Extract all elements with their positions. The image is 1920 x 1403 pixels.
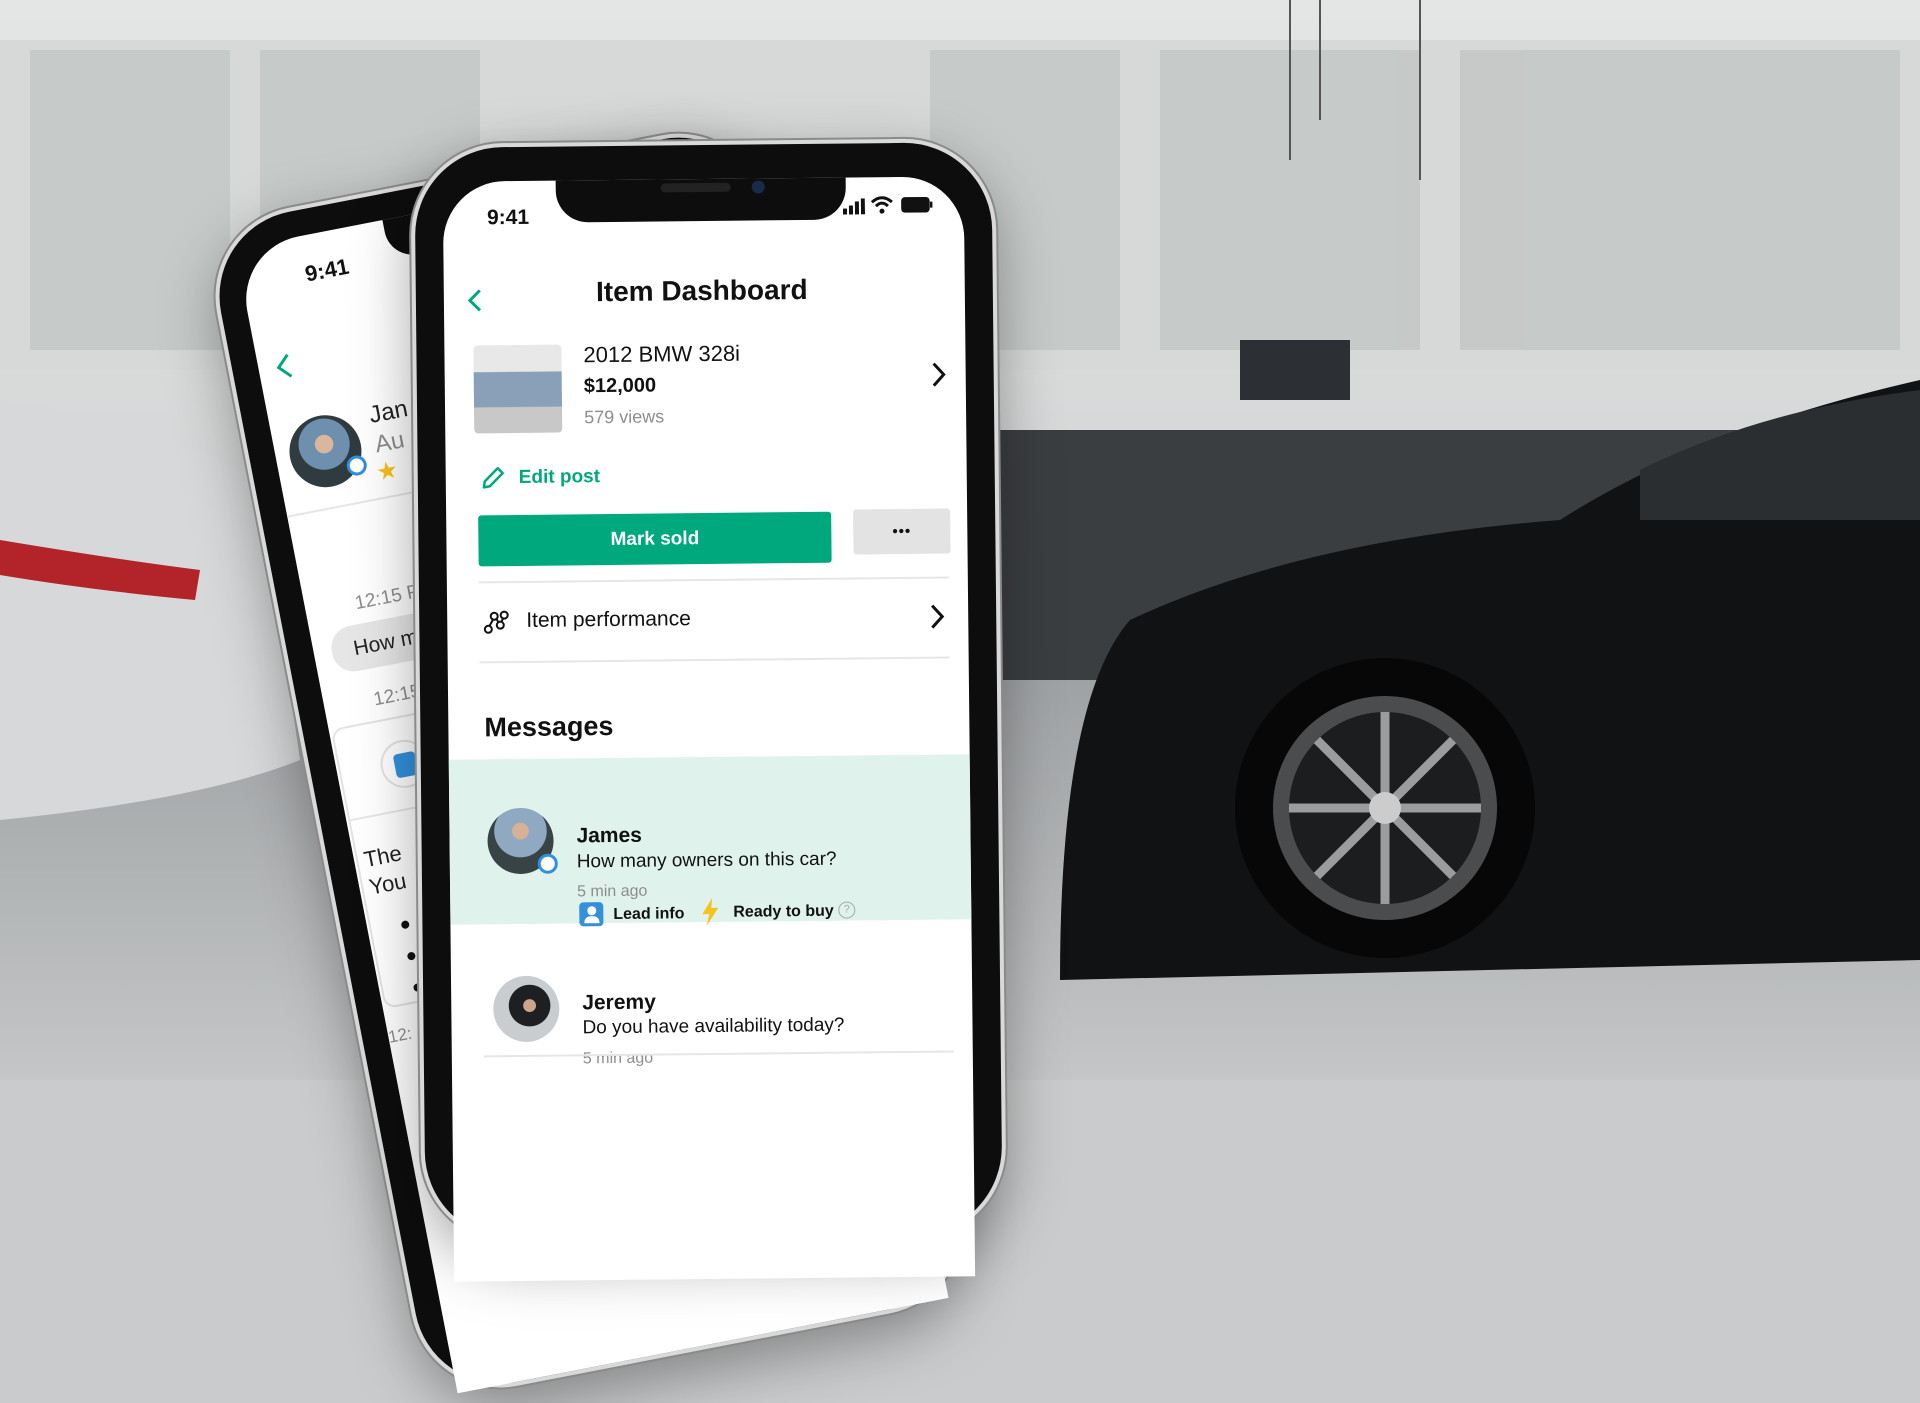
bullet: [406, 951, 417, 961]
back-card-line: You: [367, 867, 409, 900]
lead-info-label[interactable]: Lead info: [613, 905, 684, 923]
chevron-right-icon: [931, 604, 945, 629]
signal-icon: [842, 198, 866, 215]
item-title[interactable]: 2012 BMW 328i: [583, 341, 740, 368]
messages-heading: Messages: [484, 710, 614, 743]
message-preview: How many owners on this car?: [576, 848, 837, 873]
item-views: 579 views: [584, 406, 665, 428]
chevron-right-icon[interactable]: [931, 360, 947, 388]
main-phone: 9:41 Item Dashboard 2012 BMW 328i $12,00…: [410, 137, 1007, 1282]
bullet: [400, 919, 410, 930]
graph-nodes-icon: [483, 610, 509, 634]
battery-icon: [901, 196, 933, 213]
pencil-icon[interactable]: [480, 465, 506, 491]
chevron-left-icon[interactable]: [272, 352, 297, 381]
notch: [555, 176, 847, 223]
message-preview: Do you have availability today?: [582, 1014, 845, 1039]
back-avatar: [283, 409, 368, 494]
avatar: [492, 975, 560, 1043]
item-performance-label: Item performance: [526, 607, 691, 632]
help-icon[interactable]: ?: [838, 901, 856, 919]
camera-icon: [751, 180, 765, 194]
message-time: 5 min ago: [577, 882, 648, 901]
sender-name: James: [576, 823, 643, 848]
lightning-bolt-icon: [702, 897, 719, 927]
back-footer-time: 12:: [386, 1023, 414, 1047]
sender-name: Jeremy: [582, 990, 656, 1015]
edit-post-link[interactable]: Edit post: [519, 466, 600, 488]
ready-to-buy-label: Ready to buy: [733, 902, 834, 921]
main-phone-screen: 9:41 Item Dashboard 2012 BMW 328i $12,00…: [442, 176, 976, 1282]
back-header-name: Jan: [366, 395, 411, 429]
speaker: [660, 182, 731, 193]
back-header-sub: Au: [372, 426, 407, 459]
status-time: 9:41: [486, 205, 530, 230]
item-thumbnail[interactable]: [473, 344, 563, 434]
item-price: $12,000: [583, 374, 657, 398]
back-card-line: The: [361, 840, 404, 873]
page-title: Item Dashboard: [595, 273, 808, 308]
star-icon: ★: [374, 456, 401, 487]
mark-sold-button[interactable]: Mark sold: [478, 511, 832, 567]
more-options-button[interactable]: •••: [853, 508, 951, 555]
verified-icon: [537, 853, 558, 874]
lead-info-icon: [579, 902, 604, 927]
item-performance-row[interactable]: Item performance: [479, 580, 950, 659]
wifi-icon: [870, 196, 893, 214]
back-status-time: 9:41: [302, 253, 351, 287]
message-row-james[interactable]: James How many owners on this car? 5 min…: [448, 754, 972, 927]
